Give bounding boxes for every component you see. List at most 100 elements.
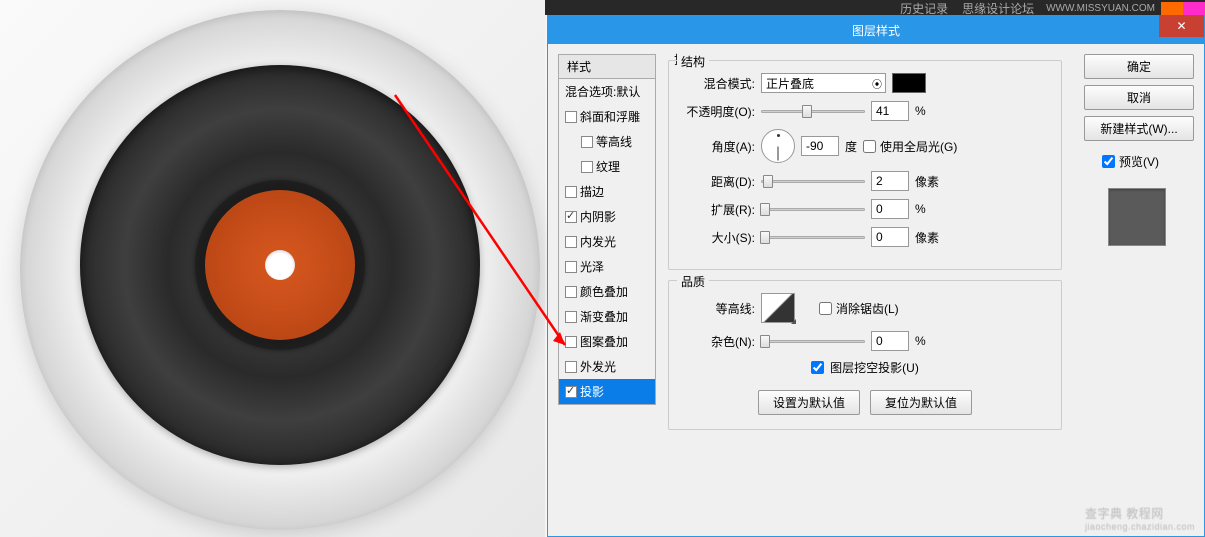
cancel-button[interactable]: 取消 [1084,85,1194,110]
style-item-11[interactable]: 外发光 [559,354,655,379]
style-item-label: 颜色叠加 [580,283,628,300]
structure-legend: 结构 [677,53,709,70]
style-item-4[interactable]: 描边 [559,179,655,204]
spread-label: 扩展(R): [683,201,755,218]
style-item-2[interactable]: 等高线 [559,129,655,154]
distance-input[interactable] [871,171,909,191]
antialias-checkbox[interactable] [819,302,832,315]
set-default-button[interactable]: 设置为默认值 [758,390,860,415]
new-style-button[interactable]: 新建样式(W)... [1084,116,1194,141]
chevron-down-icon [791,319,796,324]
noise-label: 杂色(N): [683,333,755,350]
style-checkbox[interactable] [565,286,577,298]
vinyl-disc [80,65,480,465]
style-checkbox[interactable] [565,261,577,273]
quality-legend: 品质 [677,273,709,290]
size-label: 大小(S): [683,229,755,246]
style-item-1[interactable]: 斜面和浮雕 [559,104,655,129]
blend-mode-value: 正片叠底 [766,77,814,91]
opacity-slider[interactable] [761,110,865,113]
color-swatch-magenta[interactable] [1183,2,1205,15]
reset-default-button[interactable]: 复位为默认值 [870,390,972,415]
knockout-label: 图层挖空投影(U) [830,359,919,376]
size-slider[interactable] [761,236,865,239]
blend-mode-select[interactable]: 正片叠底 ⦿ [761,73,886,93]
style-item-label: 图案叠加 [580,333,628,350]
global-light-label: 使用全局光(G) [880,138,957,155]
contour-picker[interactable] [761,293,795,323]
watermark-main: 查字典 教程网 [1085,506,1164,520]
style-item-7[interactable]: 光泽 [559,254,655,279]
styles-list: 混合选项:默认斜面和浮雕等高线纹理描边内阴影内发光光泽颜色叠加渐变叠加图案叠加外… [558,78,656,405]
style-checkbox[interactable] [565,386,577,398]
angle-picker[interactable] [761,129,795,163]
style-item-label: 投影 [580,383,604,400]
angle-input[interactable] [801,136,839,156]
app-topbar: 历史记录 思缘设计论坛 WWW.MISSYUAN.COM [545,0,1205,15]
vinyl-center-hole [265,250,295,280]
dialog-right-buttons: 确定 取消 新建样式(W)... 预览(V) [1074,54,1194,526]
style-checkbox[interactable] [581,136,593,148]
style-item-label: 纹理 [596,158,620,175]
settings-panel: 投影 结构 混合模式: 正片叠底 ⦿ 不透明度(O): [656,54,1074,526]
styles-list-panel: 样式 混合选项:默认斜面和浮雕等高线纹理描边内阴影内发光光泽颜色叠加渐变叠加图案… [558,54,656,526]
style-item-label: 光泽 [580,258,604,275]
style-item-label: 外发光 [580,358,616,375]
styles-list-header[interactable]: 样式 [558,54,656,78]
style-checkbox[interactable] [581,161,593,173]
color-swatch-orange[interactable] [1161,2,1183,15]
shadow-color-picker[interactable] [892,73,926,93]
spread-slider[interactable] [761,208,865,211]
style-checkbox[interactable] [565,236,577,248]
opacity-label: 不透明度(O): [683,103,755,120]
preview-label: 预览(V) [1119,153,1159,170]
quality-fieldset: 品质 等高线: 消除锯齿(L) 杂色(N): % [668,280,1062,430]
opacity-unit: % [915,104,926,118]
style-item-6[interactable]: 内发光 [559,229,655,254]
ok-button[interactable]: 确定 [1084,54,1194,79]
style-item-8[interactable]: 颜色叠加 [559,279,655,304]
style-item-label: 渐变叠加 [580,308,628,325]
style-checkbox[interactable] [565,111,577,123]
watermark: 查字典 教程网 jiaocheng.chazidian.com [1085,504,1195,531]
style-checkbox[interactable] [565,211,577,223]
knockout-checkbox[interactable] [811,361,824,374]
style-item-label: 等高线 [596,133,632,150]
structure-fieldset: 结构 混合模式: 正片叠底 ⦿ 不透明度(O): % [668,60,1062,270]
dialog-close-button[interactable]: ✕ [1159,15,1204,37]
style-checkbox[interactable] [565,361,577,373]
spread-input[interactable] [871,199,909,219]
spread-unit: % [915,202,926,216]
dialog-title: 图层样式 [852,22,900,39]
style-item-label: 内阴影 [580,208,616,225]
distance-unit: 像素 [915,173,939,190]
angle-unit: 度 [845,138,857,155]
opacity-input[interactable] [871,101,909,121]
style-checkbox[interactable] [565,186,577,198]
style-item-12[interactable]: 投影 [559,379,655,404]
noise-slider[interactable] [761,340,865,343]
style-item-label: 描边 [580,183,604,200]
distance-slider[interactable] [761,180,865,183]
global-light-checkbox[interactable] [863,140,876,153]
style-item-label: 混合选项:默认 [565,83,640,100]
style-item-10[interactable]: 图案叠加 [559,329,655,354]
style-checkbox[interactable] [565,311,577,323]
preview-swatch [1108,188,1166,246]
size-input[interactable] [871,227,909,247]
preview-checkbox[interactable] [1102,155,1115,168]
chevron-updown-icon: ⦿ [872,76,882,91]
noise-input[interactable] [871,331,909,351]
layer-style-dialog: 图层样式 ✕ 样式 混合选项:默认斜面和浮雕等高线纹理描边内阴影内发光光泽颜色叠… [547,15,1205,537]
dialog-titlebar[interactable]: 图层样式 ✕ [548,16,1204,44]
style-checkbox[interactable] [565,336,577,348]
canvas-area [0,0,545,537]
style-item-9[interactable]: 渐变叠加 [559,304,655,329]
blend-mode-label: 混合模式: [683,75,755,92]
size-unit: 像素 [915,229,939,246]
style-item-0[interactable]: 混合选项:默认 [559,79,655,104]
style-item-3[interactable]: 纹理 [559,154,655,179]
brand-url: WWW.MISSYUAN.COM [1040,3,1161,14]
style-item-5[interactable]: 内阴影 [559,204,655,229]
vinyl-base-ring [20,10,540,530]
